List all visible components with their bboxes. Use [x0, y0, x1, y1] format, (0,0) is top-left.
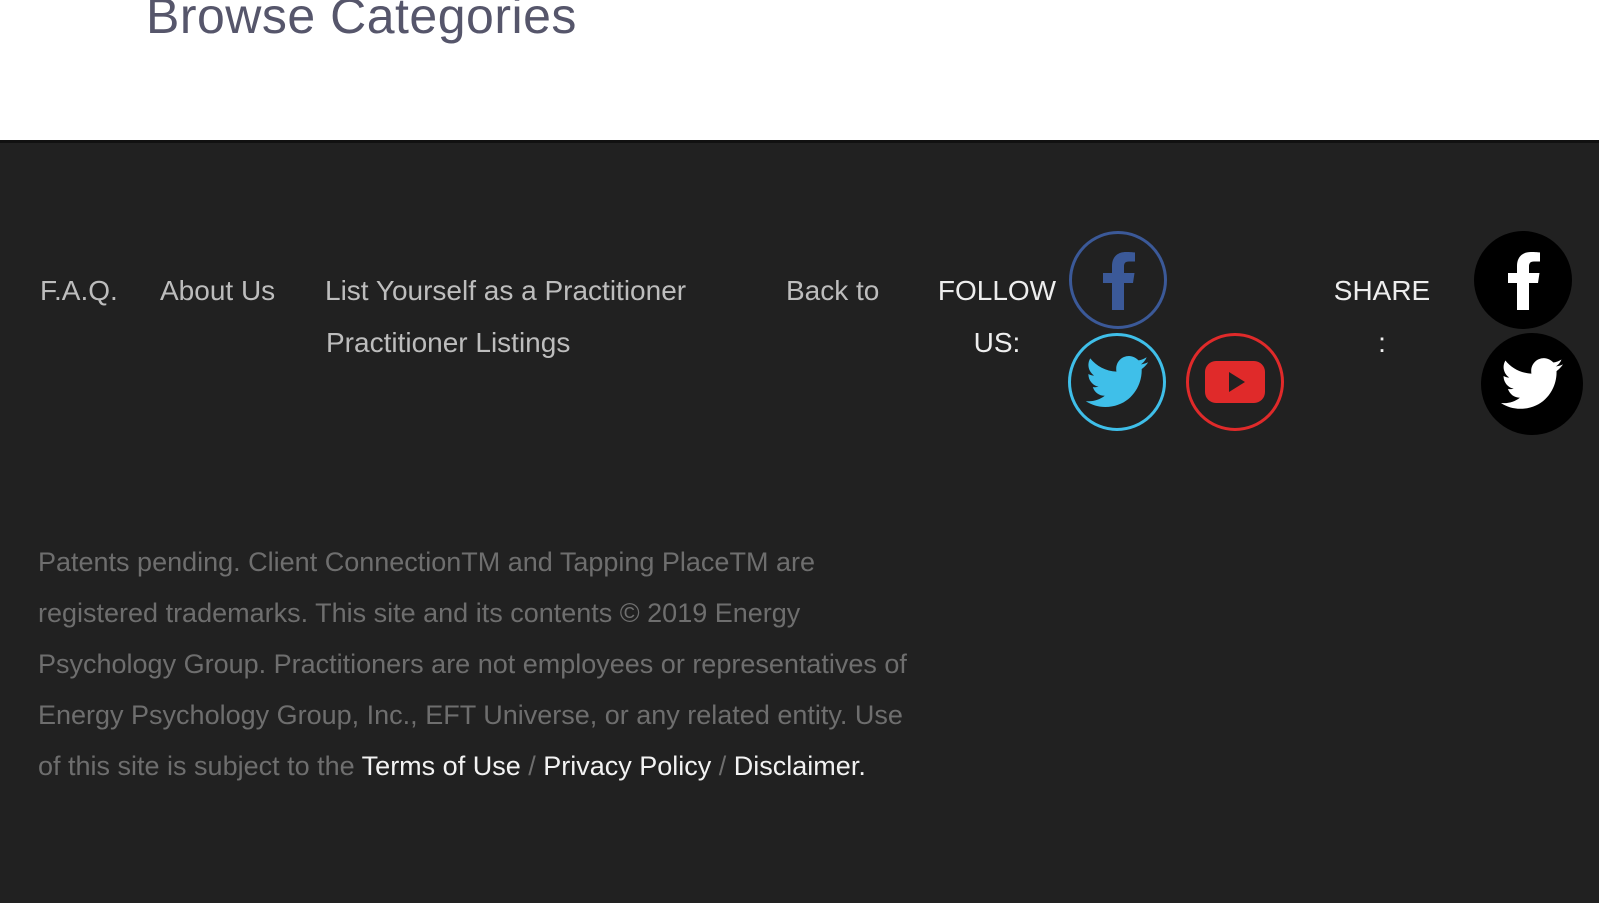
follow-twitter-icon[interactable]: [1068, 333, 1166, 431]
follow-facebook-icon[interactable]: [1069, 231, 1167, 329]
facebook-icon: [1103, 252, 1135, 310]
legal-separator: /: [711, 751, 734, 781]
follow-label-line1: FOLLOW: [937, 275, 1057, 306]
privacy-policy-link[interactable]: Privacy Policy: [543, 751, 711, 781]
facebook-icon: [1508, 252, 1540, 310]
follow-us-label: FOLLOW US:: [932, 265, 1062, 369]
site-footer: F.A.Q. About Us List Yourself as a Pract…: [0, 140, 1599, 903]
follow-youtube-icon[interactable]: [1186, 333, 1284, 431]
twitter-icon: [1085, 356, 1149, 407]
follow-label-line2: US:: [973, 327, 1021, 358]
share-label: SHARE :: [1322, 265, 1442, 369]
footer-link-back-to[interactable]: Back to: [786, 265, 879, 317]
disclaimer-link[interactable]: Disclaimer.: [734, 751, 866, 781]
page-top: Browse Categories: [0, 0, 1599, 140]
share-twitter-icon[interactable]: [1481, 333, 1583, 435]
browse-categories-heading[interactable]: Browse Categories: [146, 0, 577, 46]
twitter-icon: [1501, 358, 1563, 409]
footer-link-practitioner-listings[interactable]: Practitioner Listings: [326, 317, 570, 369]
share-label-line2: :: [1378, 327, 1386, 358]
legal-notice: Patents pending. Client ConnectionTM and…: [38, 537, 918, 792]
footer-link-list-yourself[interactable]: List Yourself as a Practitioner: [325, 265, 686, 317]
legal-separator: /: [520, 751, 544, 781]
hamburger-menu-icon[interactable]: [64, 0, 124, 24]
terms-of-use-link[interactable]: Terms of Use: [362, 751, 521, 781]
footer-link-about-us[interactable]: About Us: [160, 265, 275, 317]
youtube-icon: [1205, 361, 1265, 403]
footer-link-faq[interactable]: F.A.Q.: [40, 265, 118, 317]
share-facebook-icon[interactable]: [1474, 231, 1572, 329]
share-label-line1: SHARE: [1333, 275, 1431, 306]
legal-text: Patents pending. Client ConnectionTM and…: [38, 547, 907, 781]
